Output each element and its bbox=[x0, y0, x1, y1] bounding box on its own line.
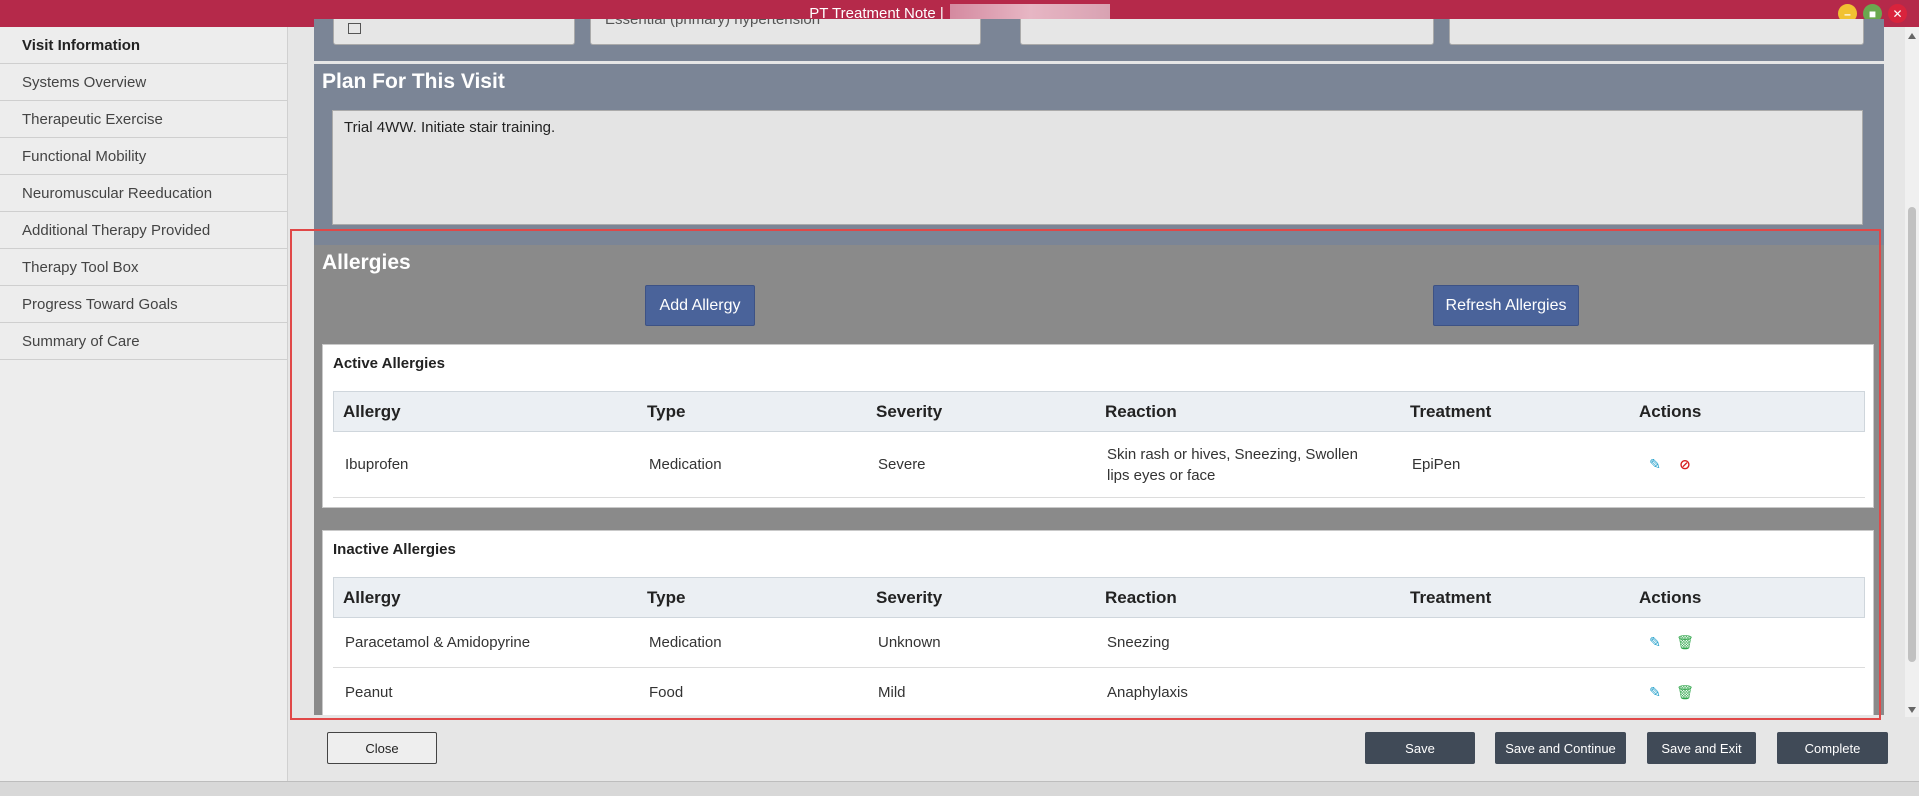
sidebar-item-progress-toward-goals[interactable]: Progress Toward Goals bbox=[0, 286, 287, 323]
table-row: Paracetamol & Amidopyrine Medication Unk… bbox=[333, 618, 1865, 668]
allergy-severity: Mild bbox=[878, 683, 906, 701]
active-allergies-card: Active Allergies Allergy Type Severity R… bbox=[322, 344, 1874, 508]
allergy-name: Peanut bbox=[345, 683, 393, 701]
col-treatment: Treatment bbox=[1410, 401, 1492, 421]
sidebar-nav: Visit Information Systems Overview Thera… bbox=[0, 27, 288, 782]
status-strip bbox=[0, 781, 1919, 796]
allergy-severity: Unknown bbox=[878, 634, 941, 651]
allergies-title: Allergies bbox=[322, 251, 411, 274]
refresh-allergies-button[interactable]: Refresh Allergies bbox=[1433, 285, 1579, 326]
add-allergy-button[interactable]: Add Allergy bbox=[645, 285, 755, 326]
allergy-type: Food bbox=[649, 683, 684, 701]
col-reaction: Reaction bbox=[1105, 588, 1177, 607]
table-row: Peanut Food Mild Anaphylaxis ✎ 🗑 bbox=[333, 668, 1865, 716]
allergy-type: Medication bbox=[649, 456, 722, 473]
edit-icon[interactable]: ✎ bbox=[1647, 634, 1663, 651]
row-actions: ✎ ⊘ bbox=[1647, 456, 1693, 473]
inactive-allergies-card: Inactive Allergies Allergy Type Severity… bbox=[322, 530, 1874, 715]
allergy-name: Paracetamol & Amidopyrine bbox=[345, 634, 531, 651]
sidebar-item-therapeutic-exercise[interactable]: Therapeutic Exercise bbox=[0, 101, 287, 138]
save-and-exit-button[interactable]: Save and Exit bbox=[1647, 732, 1756, 764]
inactive-allergies-header: Allergy Type Severity Reaction Treatment… bbox=[333, 577, 1865, 618]
visit-field-3[interactable] bbox=[1020, 19, 1434, 45]
calendar-icon[interactable] bbox=[348, 23, 361, 34]
row-actions: ✎ 🗑 bbox=[1647, 634, 1694, 651]
allergy-reaction: Sneezing bbox=[1107, 634, 1170, 651]
active-allergies-title: Active Allergies bbox=[333, 355, 445, 372]
save-button[interactable]: Save bbox=[1365, 732, 1475, 764]
save-and-continue-button[interactable]: Save and Continue bbox=[1495, 732, 1626, 764]
scroll-up-icon[interactable] bbox=[1908, 33, 1916, 39]
allergy-type: Medication bbox=[649, 634, 722, 651]
col-type: Type bbox=[647, 587, 686, 607]
sidebar-item-additional-therapy[interactable]: Additional Therapy Provided bbox=[0, 212, 287, 249]
sidebar-item-label: Neuromuscular Reeducation bbox=[22, 184, 213, 202]
plan-textarea[interactable]: Trial 4WW. Initiate stair training. bbox=[332, 110, 1863, 225]
allergy-name: Ibuprofen bbox=[345, 456, 409, 473]
main-scrollbar[interactable] bbox=[1905, 27, 1919, 717]
sidebar-item-label: Therapeutic Exercise bbox=[22, 110, 163, 128]
sidebar-item-summary-of-care[interactable]: Summary of Care bbox=[0, 323, 287, 360]
complete-button[interactable]: Complete bbox=[1777, 732, 1888, 764]
sidebar-item-label: Systems Overview bbox=[22, 73, 147, 91]
col-allergy: Allergy bbox=[343, 587, 401, 607]
edit-icon[interactable]: ✎ bbox=[1647, 456, 1663, 473]
trash-icon[interactable]: 🗑 bbox=[1676, 634, 1694, 651]
sidebar-item-label: Summary of Care bbox=[22, 332, 140, 350]
trash-icon[interactable]: 🗑 bbox=[1676, 684, 1694, 700]
diagnosis-field[interactable]: Essential (primary) hypertension bbox=[590, 19, 981, 45]
sidebar-item-systems-overview[interactable]: Systems Overview bbox=[0, 64, 287, 101]
plan-panel: Plan For This Visit Trial 4WW. Initiate … bbox=[314, 64, 1884, 266]
col-actions: Actions bbox=[1639, 401, 1702, 421]
visit-date-field[interactable] bbox=[333, 19, 575, 45]
sidebar-item-neuromuscular-reeducation[interactable]: Neuromuscular Reeducation bbox=[0, 175, 287, 212]
diagnosis-value: Essential (primary) hypertension bbox=[605, 19, 821, 28]
allergies-panel: Allergies Add Allergy Refresh Allergies … bbox=[314, 245, 1884, 715]
edit-icon[interactable]: ✎ bbox=[1647, 684, 1663, 700]
deactivate-icon[interactable]: ⊘ bbox=[1677, 456, 1693, 473]
close-window-icon[interactable]: ✕ bbox=[1888, 4, 1907, 23]
col-actions: Actions bbox=[1639, 587, 1702, 607]
sidebar-item-label: Additional Therapy Provided bbox=[22, 221, 211, 239]
sidebar-item-label: Therapy Tool Box bbox=[22, 258, 139, 276]
col-reaction: Reaction bbox=[1105, 402, 1177, 421]
plan-title: Plan For This Visit bbox=[322, 70, 505, 93]
active-allergies-header: Allergy Type Severity Reaction Treatment… bbox=[333, 391, 1865, 432]
col-treatment: Treatment bbox=[1410, 587, 1492, 607]
col-severity: Severity bbox=[876, 587, 943, 607]
sidebar-item-label: Functional Mobility bbox=[22, 147, 147, 165]
main-content: Essential (primary) hypertension Plan Fo… bbox=[288, 19, 1919, 727]
close-button[interactable]: Close bbox=[327, 732, 437, 764]
sidebar-item-therapy-tool-box[interactable]: Therapy Tool Box bbox=[0, 249, 287, 286]
col-allergy: Allergy bbox=[343, 401, 401, 421]
col-severity: Severity bbox=[876, 401, 943, 421]
sidebar-item-functional-mobility[interactable]: Functional Mobility bbox=[0, 138, 287, 175]
scroll-down-icon[interactable] bbox=[1908, 707, 1916, 713]
sidebar-item-label: Visit Information bbox=[22, 36, 141, 54]
allergy-reaction: Anaphylaxis bbox=[1107, 683, 1188, 701]
inactive-allergies-title: Inactive Allergies bbox=[333, 541, 456, 558]
row-actions: ✎ 🗑 bbox=[1647, 684, 1694, 700]
allergy-treatment: EpiPen bbox=[1412, 456, 1461, 473]
visit-field-4[interactable] bbox=[1449, 19, 1864, 45]
allergy-reaction: Skin rash or hives, Sneezing, Swollen li… bbox=[1107, 445, 1358, 484]
table-row: Ibuprofen Medication Severe Skin rash or… bbox=[333, 432, 1865, 498]
footer-bar: Close Save Save and Continue Save and Ex… bbox=[288, 721, 1919, 781]
scroll-thumb[interactable] bbox=[1908, 207, 1916, 662]
col-type: Type bbox=[647, 401, 686, 421]
sidebar-item-label: Progress Toward Goals bbox=[22, 295, 178, 313]
allergy-severity: Severe bbox=[878, 456, 926, 473]
visit-info-panel: Essential (primary) hypertension bbox=[314, 19, 1884, 61]
sidebar-item-visit-information[interactable]: Visit Information bbox=[0, 27, 287, 64]
